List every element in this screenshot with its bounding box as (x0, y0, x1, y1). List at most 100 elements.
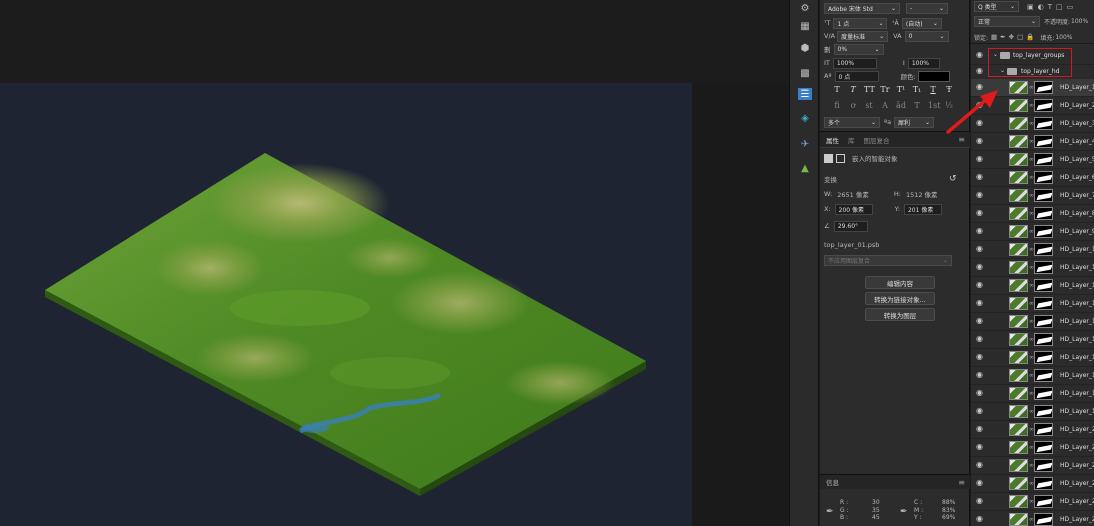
height-value[interactable]: 1512 像素 (906, 189, 938, 199)
history-icon[interactable]: ⚙ (798, 2, 812, 14)
layer-row[interactable]: ◉ ∞ HD_Layer_1 (971, 295, 1094, 313)
faux-italic-button[interactable]: T (848, 85, 858, 97)
faux-bold-button[interactable]: T (832, 85, 842, 97)
layer-mask-thumbnail[interactable] (1034, 441, 1053, 454)
layer-mask-thumbnail[interactable] (1034, 189, 1053, 202)
superscript-button[interactable]: T¹ (896, 85, 906, 97)
layer-row[interactable]: ◉ ∞ HD_Layer_9 (971, 223, 1094, 241)
layers-icon[interactable]: ◈ (798, 112, 812, 124)
info-menu-icon[interactable]: ≡ (958, 478, 965, 487)
layer-row[interactable]: ◉ ∞ HD_Layer_1 (971, 385, 1094, 403)
leading-dropdown[interactable]: (自动) ⌄ (901, 17, 942, 29)
font-family-dropdown[interactable]: Adobe 宋体 Std ⌄ (824, 2, 900, 14)
eye-icon[interactable]: ◉ (976, 263, 984, 271)
layer-row[interactable]: ◉ ∞ HD_Layer_1 (971, 403, 1094, 421)
tab-layer-comps[interactable]: 图层复合 (864, 135, 890, 145)
paint-icon[interactable]: ▩ (798, 67, 812, 79)
layer-mask-thumbnail[interactable] (1034, 153, 1053, 166)
layer-row[interactable]: ◉ ∞ HD_Layer_7 (971, 187, 1094, 205)
tab-libraries[interactable]: 库 (848, 135, 855, 145)
eye-icon[interactable]: ◉ (976, 281, 984, 289)
filter-type-icons[interactable]: ▣◐T□▭ (1027, 3, 1077, 11)
tracking-dropdown[interactable]: 0 ⌄ (904, 30, 949, 42)
brush-icon[interactable]: ✈ (798, 138, 812, 150)
layer-mask-thumbnail[interactable] (1034, 405, 1053, 418)
layer-mask-thumbnail[interactable] (1034, 477, 1053, 490)
lock-icons[interactable]: ▦✒✥□🔒 (991, 33, 1037, 41)
layer-comp-dropdown[interactable]: 不应用图层复合 ⌄ (824, 254, 952, 266)
underline-button[interactable]: T (928, 85, 938, 97)
layer-mask-thumbnail[interactable] (1034, 243, 1053, 256)
antialias-dropdown[interactable]: 犀利 ⌄ (894, 116, 935, 128)
layer-row[interactable]: ◉ ∞ HD_Layer_1 (971, 277, 1094, 295)
layer-mask-thumbnail[interactable] (1034, 459, 1053, 472)
eye-icon[interactable]: ◉ (976, 407, 984, 415)
eye-icon[interactable]: ◉ (976, 173, 984, 181)
layer-row[interactable]: ◉ ∞ HD_Layer_1 (971, 241, 1094, 259)
y-input[interactable]: 201 像素 (903, 203, 942, 215)
ordinals-button[interactable]: 1st (928, 101, 940, 113)
layer-mask-thumbnail[interactable] (1034, 171, 1053, 184)
edit-contents-button[interactable]: 编辑内容 (865, 276, 935, 289)
layer-mask-thumbnail[interactable] (1034, 117, 1053, 130)
layer-mask-thumbnail[interactable] (1034, 423, 1053, 436)
eye-icon[interactable]: ◉ (976, 515, 984, 523)
color-swatch[interactable] (917, 70, 950, 82)
eye-icon[interactable]: ◉ (976, 67, 984, 75)
layer-mask-thumbnail[interactable] (1034, 387, 1053, 400)
eye-icon[interactable]: ◉ (976, 497, 984, 505)
grid-icon[interactable]: ▦ (798, 20, 812, 32)
x-input[interactable]: 200 像素 (834, 203, 873, 215)
eye-icon[interactable]: ◉ (976, 443, 984, 451)
tsume-dropdown[interactable]: 0% ⌄ (833, 43, 884, 55)
old-style-button[interactable]: ơ (848, 101, 858, 113)
small-caps-button[interactable]: Tr (880, 85, 890, 97)
baseline-input[interactable]: 0 点 (834, 70, 879, 82)
kerning-dropdown[interactable]: 度量标准 ⌄ (837, 30, 889, 42)
layer-mask-thumbnail[interactable] (1034, 81, 1053, 94)
discretionary-lig-button[interactable]: st (864, 101, 874, 113)
layer-mask-thumbnail[interactable] (1034, 369, 1053, 382)
eye-icon[interactable]: ◉ (976, 191, 984, 199)
width-value[interactable]: 2651 像素 (837, 189, 869, 199)
opacity-value[interactable]: 100% (1071, 18, 1088, 25)
eye-icon[interactable]: ◉ (976, 371, 984, 379)
layer-row[interactable]: ◉ ∞ HD_Layer_1 (971, 367, 1094, 385)
tab-properties[interactable]: 属性 (826, 135, 839, 145)
layer-row[interactable]: ◉∞HD_Layer_2 (971, 511, 1094, 526)
layer-mask-thumbnail[interactable] (1034, 315, 1053, 328)
layer-mask-thumbnail[interactable] (1034, 333, 1053, 346)
eye-icon[interactable]: ◉ (976, 389, 984, 397)
language-dropdown[interactable]: 多个 ⌄ (824, 116, 880, 128)
eye-icon[interactable]: ◉ (976, 51, 984, 59)
eye-icon[interactable]: ◉ (976, 245, 984, 253)
swash-button[interactable]: A (880, 101, 890, 113)
layer-mask-thumbnail[interactable] (1034, 225, 1053, 238)
layer-row[interactable]: ◉ ∞ HD_Layer_8 (971, 205, 1094, 223)
titling-button[interactable]: T (912, 101, 922, 113)
layer-row[interactable]: ◉ ∞ HD_Layer_1 (971, 349, 1094, 367)
layer-mask-thumbnail[interactable] (1034, 279, 1053, 292)
eye-icon[interactable]: ◉ (976, 155, 984, 163)
layer-row[interactable]: ◉ ∞ HD_Layer_6 (971, 169, 1094, 187)
layer-mask-thumbnail[interactable] (1034, 495, 1053, 508)
layer-row[interactable]: ◉ ∞ HD_Layer_1 (971, 331, 1094, 349)
fill-value[interactable]: 100% (1055, 34, 1072, 41)
eye-icon[interactable]: ◉ (976, 353, 984, 361)
subscript-button[interactable]: T₁ (912, 85, 922, 97)
eye-icon[interactable]: ◉ (976, 317, 984, 325)
eye-icon[interactable]: ◉ (976, 227, 984, 235)
eye-icon[interactable]: ◉ (976, 425, 984, 433)
layer-row[interactable]: ◉ ∞ HD_Layer_1 (971, 313, 1094, 331)
font-size-dropdown[interactable]: 1 点 ⌄ (833, 17, 888, 29)
eye-icon[interactable]: ◉ (976, 479, 984, 487)
layer-mask-thumbnail[interactable] (1034, 261, 1053, 274)
layer-row[interactable]: ◉ ∞ HD_Layer_1 (971, 259, 1094, 277)
terrain-icon[interactable]: ▲ (798, 162, 812, 174)
layer-mask-thumbnail[interactable] (1034, 351, 1053, 364)
character-icon[interactable]: ☰ (798, 88, 812, 100)
eye-icon[interactable]: ◉ (976, 209, 984, 217)
eye-icon[interactable]: ◉ (976, 335, 984, 343)
font-style-dropdown[interactable]: - ⌄ (906, 2, 948, 14)
ligature-button[interactable]: fi (832, 101, 842, 113)
